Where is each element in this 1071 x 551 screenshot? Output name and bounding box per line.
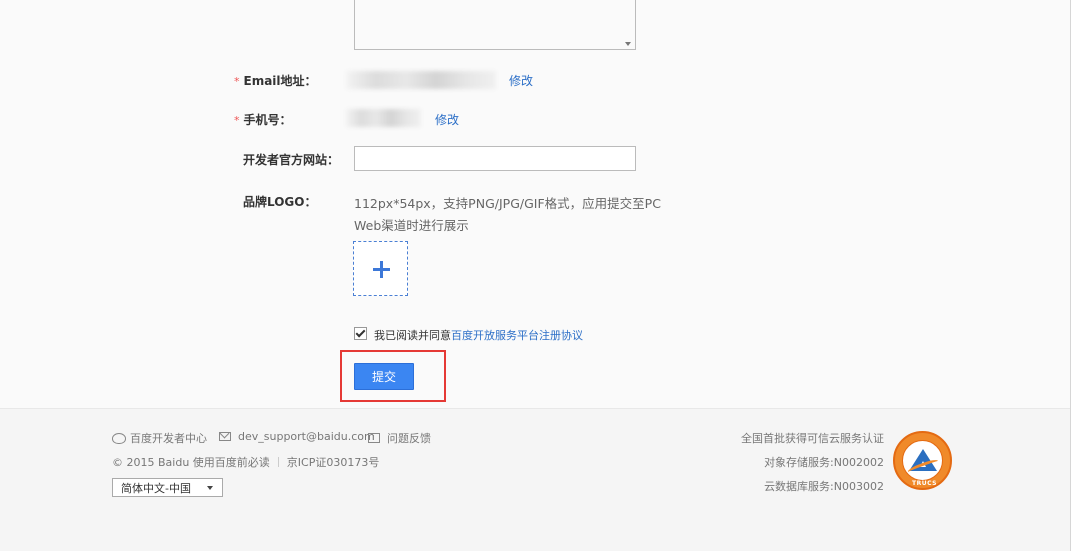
footer-feedback-link[interactable]: 问题反馈 — [368, 430, 431, 446]
description-textarea[interactable] — [354, 0, 636, 50]
logo-hint-line1: 112px*54px，支持PNG/JPG/GIF格式，应用提交至PC — [354, 196, 661, 211]
submit-button[interactable]: 提交 — [354, 363, 414, 390]
textarea-scroll-down-icon[interactable] — [625, 42, 631, 46]
copyright-text[interactable]: © 2015 Baidu 使用百度前必读 — [112, 454, 270, 470]
email-value-redacted — [346, 71, 496, 89]
logo-upload-button[interactable] — [353, 241, 408, 296]
storage-service-cert: 对象存储服务:N002002 — [764, 456, 884, 469]
checkmark-icon — [355, 327, 366, 338]
phone-edit-link[interactable]: 修改 — [435, 111, 459, 128]
logo-label: 品牌LOGO： — [243, 195, 317, 209]
cert-title: 全国首批获得可信云服务认证 — [741, 432, 884, 445]
footer-weibo-text: 百度开发者中心 — [130, 432, 207, 445]
agree-checkbox[interactable] — [354, 327, 367, 340]
footer-weibo-link[interactable]: 百度开发者中心 — [112, 430, 207, 446]
email-label: * Email地址： — [234, 72, 317, 89]
language-selected-value: 简体中文-中国 — [121, 481, 191, 495]
weibo-icon — [112, 432, 126, 444]
agree-text: 我已阅读并同意 — [374, 329, 451, 342]
footer-feedback-text: 问题反馈 — [387, 432, 431, 445]
footer-email-link[interactable]: dev_support@baidu.com — [219, 430, 375, 443]
language-select[interactable]: 简体中文-中国 — [112, 478, 223, 497]
required-mark: * — [234, 75, 240, 88]
website-label: 开发者官方网站： — [243, 153, 340, 167]
footer-legal: © 2015 Baidu 使用百度前必读 京ICP证030173号 — [112, 454, 379, 470]
email-label-text: Email地址： — [243, 74, 317, 88]
plus-icon-vertical — [380, 261, 383, 278]
agreement-link[interactable]: 百度开放服务平台注册协议 — [451, 329, 583, 342]
icp-text[interactable]: 京ICP证030173号 — [287, 454, 380, 470]
phone-label-text: 手机号： — [243, 113, 292, 127]
agree-statement: 我已阅读并同意百度开放服务平台注册协议 — [374, 327, 583, 343]
divider — [277, 457, 279, 467]
chevron-down-icon — [207, 486, 213, 490]
feedback-icon — [368, 433, 380, 443]
badge-text: TRUCS — [912, 480, 937, 487]
footer-email-text: dev_support@baidu.com — [238, 430, 375, 443]
trusted-cloud-badge-icon[interactable]: TRUCS — [893, 431, 952, 490]
logo-hint-line2: Web渠道时进行展示 — [354, 218, 469, 233]
website-input[interactable] — [354, 146, 636, 171]
email-edit-link[interactable]: 修改 — [509, 72, 533, 89]
mail-icon — [219, 432, 231, 441]
badge-inner — [902, 440, 943, 481]
phone-value-redacted — [346, 109, 421, 127]
database-service-cert: 云数据库服务:N003002 — [764, 480, 884, 493]
required-mark: * — [234, 114, 240, 127]
phone-label: * 手机号： — [234, 111, 292, 128]
